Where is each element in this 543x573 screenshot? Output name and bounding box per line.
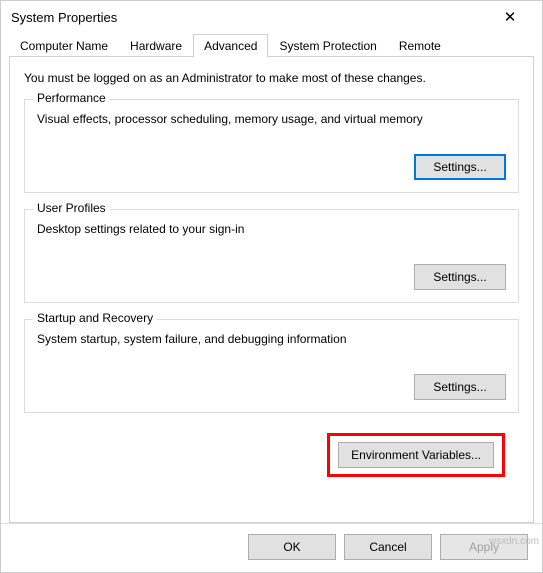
user-profiles-button-row: Settings...: [37, 264, 506, 290]
tab-hardware[interactable]: Hardware: [119, 34, 193, 57]
ok-button[interactable]: OK: [248, 534, 336, 560]
close-icon: ✕: [504, 8, 517, 26]
startup-recovery-button-row: Settings...: [37, 374, 506, 400]
user-profiles-group: User Profiles Desktop settings related t…: [24, 209, 519, 303]
environment-variables-row: Environment Variables...: [24, 429, 519, 487]
tab-strip: Computer Name Hardware Advanced System P…: [9, 34, 534, 57]
environment-variables-button[interactable]: Environment Variables...: [338, 442, 494, 468]
performance-desc: Visual effects, processor scheduling, me…: [37, 112, 506, 126]
startup-recovery-legend: Startup and Recovery: [33, 311, 157, 325]
content-area: Computer Name Hardware Advanced System P…: [1, 33, 542, 523]
startup-recovery-settings-button[interactable]: Settings...: [414, 374, 506, 400]
highlight-annotation: Environment Variables...: [327, 433, 505, 477]
performance-legend: Performance: [33, 91, 110, 105]
user-profiles-settings-button[interactable]: Settings...: [414, 264, 506, 290]
advanced-tab-panel: You must be logged on as an Administrato…: [9, 56, 534, 523]
user-profiles-desc: Desktop settings related to your sign-in: [37, 222, 506, 236]
tab-remote[interactable]: Remote: [388, 34, 452, 57]
tab-advanced[interactable]: Advanced: [193, 34, 268, 58]
startup-recovery-group: Startup and Recovery System startup, sys…: [24, 319, 519, 413]
cancel-button[interactable]: Cancel: [344, 534, 432, 560]
performance-settings-button[interactable]: Settings...: [414, 154, 506, 180]
startup-recovery-desc: System startup, system failure, and debu…: [37, 332, 506, 346]
user-profiles-legend: User Profiles: [33, 201, 110, 215]
system-properties-window: System Properties ✕ Computer Name Hardwa…: [0, 0, 543, 573]
tab-system-protection[interactable]: System Protection: [268, 34, 387, 57]
performance-button-row: Settings...: [37, 154, 506, 180]
tab-computer-name[interactable]: Computer Name: [9, 34, 119, 57]
apply-button[interactable]: Apply: [440, 534, 528, 560]
close-button[interactable]: ✕: [490, 3, 530, 31]
titlebar: System Properties ✕: [1, 1, 542, 33]
admin-intro-text: You must be logged on as an Administrato…: [24, 71, 519, 85]
dialog-footer: OK Cancel Apply: [1, 523, 542, 572]
window-title: System Properties: [11, 10, 117, 25]
performance-group: Performance Visual effects, processor sc…: [24, 99, 519, 193]
